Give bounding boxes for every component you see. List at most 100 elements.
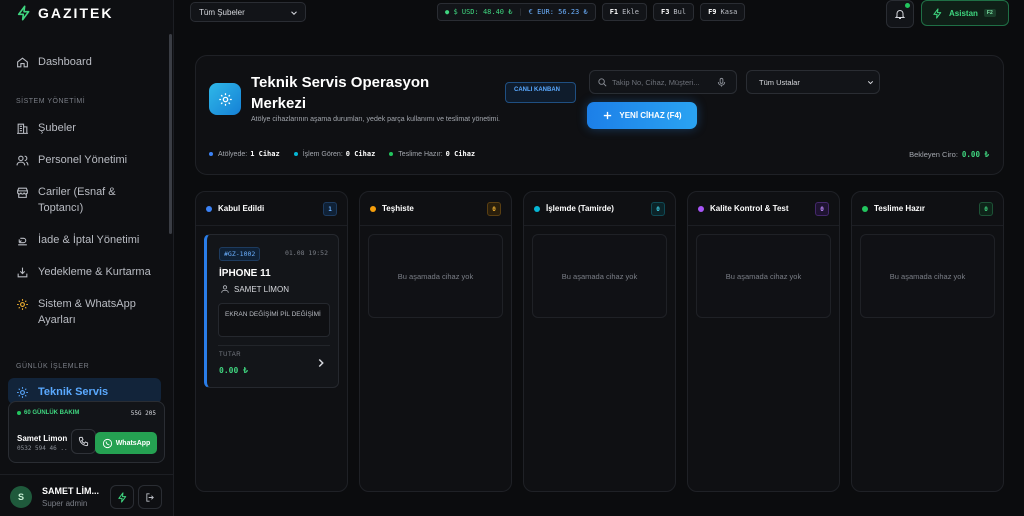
device-card[interactable]: #GZ-1002 01.08 19:52 İPHONE 11 SAMET LİM… xyxy=(204,234,339,388)
stat-in-process: İşlem Gören: 0 Cihaz xyxy=(293,150,375,158)
live-kanban-badge: CANLI KANBAN xyxy=(505,82,576,103)
sidebar-item-label: Cariler (Esnaf & Toptancı) xyxy=(38,186,116,214)
divider xyxy=(688,225,839,226)
home-icon xyxy=(17,57,28,68)
eur-rate: € EUR: 56.23 ₺ xyxy=(528,8,588,16)
chevron-right-icon[interactable] xyxy=(314,356,328,370)
sidebar-scrollbar[interactable] xyxy=(169,34,172,234)
kanban-column-ready: Teslime Hazır 0 Bu aşamada cihaz yok xyxy=(851,191,1004,492)
column-header: Teslime Hazır xyxy=(862,204,925,213)
card-date: 01.08 19:52 xyxy=(284,249,328,257)
exchange-rates: ● $ USD: 48.40 ₺ | € EUR: 56.23 ₺ F1 Ekle… xyxy=(437,3,780,21)
sidebar-item-returns[interactable]: İade & İptal Yönetimi xyxy=(16,232,139,248)
store-icon xyxy=(17,187,28,198)
column-dot xyxy=(534,205,540,212)
column-header: İşlemde (Tamirde) xyxy=(534,204,614,213)
sidebar-item-accounts[interactable]: Cariler (Esnaf & Toptancı) xyxy=(16,184,146,216)
maintenance-reminder-card: 60 GÜNLÜK BAKIM 55G 205 Samet Limon 0532… xyxy=(8,401,165,463)
empty-state: Bu aşamada cihaz yok xyxy=(860,234,995,318)
app: GAZITEK Dashboard SİSTEM YÖNETİMİ Şubele… xyxy=(0,0,1024,516)
page-subtitle: Atölye cihazlarının aşama durumları, yed… xyxy=(251,116,500,123)
branch-select[interactable]: Tüm Şubeler xyxy=(190,2,306,22)
stat-dot xyxy=(389,152,394,156)
gear-icon xyxy=(17,387,28,398)
chevron-down-icon xyxy=(867,81,874,85)
users-icon xyxy=(16,155,29,166)
reminder-plate: 55G 205 xyxy=(130,410,156,417)
download-box-icon xyxy=(17,267,28,278)
notifications-button[interactable] xyxy=(886,0,914,28)
branch-select-value: Tüm Şubeler xyxy=(199,8,245,17)
call-button[interactable] xyxy=(71,429,96,454)
section-daily-label: GÜNLÜK İŞLEMLER xyxy=(16,363,90,370)
reminder-customer-name: Samet Limon xyxy=(17,434,68,443)
notification-dot xyxy=(905,3,910,8)
new-device-label: YENİ CİHAZ (F4) xyxy=(619,111,682,120)
assistant-label: Asistan xyxy=(949,8,978,18)
column-header: Kalite Kontrol & Test xyxy=(698,204,789,213)
empty-state: Bu aşamada cihaz yok xyxy=(368,234,503,318)
search-input[interactable]: Takip No, Cihaz, Müşteri... xyxy=(589,70,737,94)
usd-rate: ● $ USD: 48.40 ₺ xyxy=(445,8,513,16)
sidebar-item-dashboard[interactable]: Dashboard xyxy=(16,54,92,70)
shortcut-add[interactable]: F1 Ekle xyxy=(601,3,647,21)
sidebar-item-settings[interactable]: Sistem & WhatsApp Ayarları xyxy=(16,296,146,328)
chevron-down-icon xyxy=(291,11,297,15)
shortcut-find[interactable]: F3 Bul xyxy=(652,3,695,21)
rates-box: ● $ USD: 48.40 ₺ | € EUR: 56.23 ₺ xyxy=(437,3,596,21)
whatsapp-button[interactable]: WhatsApp xyxy=(95,432,157,454)
masters-select[interactable]: Tüm Ustalar xyxy=(746,70,880,94)
column-count: 1 xyxy=(323,202,337,216)
tracking-id: #GZ-1002 xyxy=(219,247,261,261)
stat-ready: Teslime Hazır: 0 Cihaz xyxy=(389,150,475,158)
workshop-stats: Atölyede: 1 Cihaz İşlem Gören: 0 Cihaz Tes… xyxy=(209,150,475,158)
column-count: 0 xyxy=(979,202,993,216)
whatsapp-button-label: WhatsApp xyxy=(115,439,151,447)
shortcut-cash[interactable]: F9 Kasa xyxy=(700,3,746,21)
pending-revenue: Bekleyen Ciro: 0.00 ₺ xyxy=(909,150,989,159)
sidebar-item-staff[interactable]: Personel Yönetimi xyxy=(16,152,127,168)
microphone-icon[interactable] xyxy=(716,77,727,88)
sidebar-item-label: Teknik Servis xyxy=(38,386,109,398)
bolt-icon xyxy=(933,7,942,19)
column-dot xyxy=(862,205,868,212)
stat-dot xyxy=(293,152,298,156)
logout-icon xyxy=(145,492,154,502)
reminder-title: 60 GÜNLÜK BAKIM xyxy=(17,410,79,416)
sidebar-item-branches[interactable]: Şubeler xyxy=(16,120,76,136)
customer-name: SAMET LİMON xyxy=(234,284,289,294)
sidebar-item-label: Yedekleme & Kurtarma xyxy=(38,266,151,278)
column-dot xyxy=(698,205,704,212)
empty-state: Bu aşamada cihaz yok xyxy=(696,234,831,318)
total-label: TUTAR xyxy=(219,352,242,358)
new-device-button[interactable]: YENİ CİHAZ (F4) xyxy=(587,102,697,129)
column-count: 0 xyxy=(487,202,501,216)
customer: SAMET LİMON xyxy=(220,284,289,294)
return-icon xyxy=(18,237,27,246)
column-dot xyxy=(206,205,212,212)
brand-name: GAZITEK xyxy=(38,5,114,21)
building-icon xyxy=(17,123,28,134)
user-icon xyxy=(221,285,229,293)
masters-select-value: Tüm Ustalar xyxy=(759,78,800,87)
column-count: 0 xyxy=(815,202,829,216)
brand-logo[interactable]: GAZITEK xyxy=(16,4,113,22)
bolt-icon xyxy=(117,491,126,503)
sidebar-item-technical-service[interactable]: Teknik Servis xyxy=(16,384,108,400)
reminder-phone: 0532 594 46 .. xyxy=(17,445,68,452)
logout-button[interactable] xyxy=(138,485,162,509)
stat-in-workshop: Atölyede: 1 Cihaz xyxy=(209,150,280,158)
section-system-label: SİSTEM YÖNETİMİ xyxy=(16,98,86,105)
divider xyxy=(218,345,330,346)
assistant-button[interactable]: Asistan F2 xyxy=(921,0,1009,26)
user-name: SAMET LİM... xyxy=(42,486,99,496)
avatar[interactable]: S xyxy=(10,486,32,508)
divider xyxy=(524,225,675,226)
device-name: İPHONE 11 xyxy=(219,268,271,279)
sidebar-item-backup[interactable]: Yedekleme & Kurtarma xyxy=(16,264,151,280)
page-title: Teknik Servis Operasyon Merkezi xyxy=(251,74,430,112)
plus-icon xyxy=(604,111,612,120)
quick-action-button[interactable] xyxy=(110,485,134,509)
stat-dot xyxy=(209,152,213,156)
service-gear-icon xyxy=(209,83,241,115)
